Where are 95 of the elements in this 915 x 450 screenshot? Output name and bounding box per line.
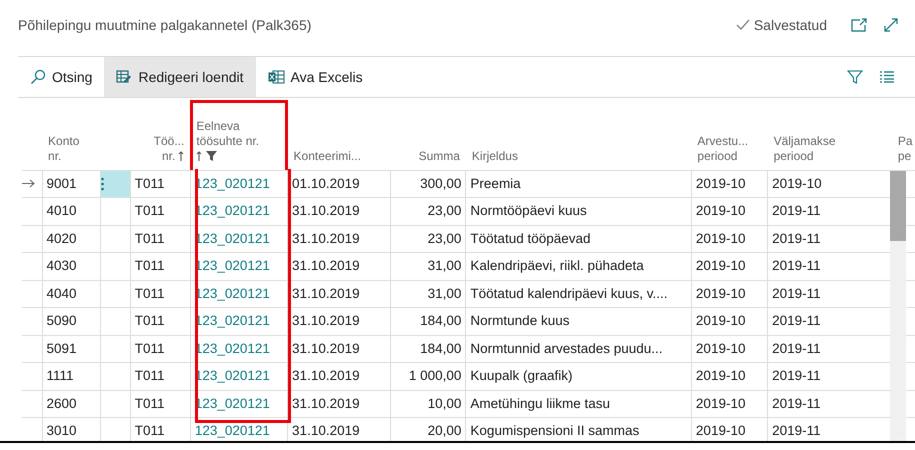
- table-cell: T011: [134, 176, 164, 191]
- table-cell: T011: [134, 396, 164, 411]
- table-cell: 2019-11: [772, 396, 821, 411]
- search-icon: [30, 69, 46, 85]
- table-cell: 9001: [46, 176, 77, 191]
- table-cell: 3010: [46, 423, 77, 438]
- sort-ascending-icon: [196, 151, 202, 161]
- table-cell: 5090: [46, 313, 77, 328]
- table-cell: 2019-10: [696, 423, 746, 438]
- table-cell: 2019-10: [696, 396, 746, 411]
- column-header[interactable]: Konto nr.: [42, 100, 100, 170]
- list-icon[interactable]: [879, 71, 895, 83]
- table-cell: Preemia: [470, 176, 521, 191]
- table-cell: 2019-10: [696, 313, 746, 328]
- table-cell: 2019-11: [772, 286, 821, 301]
- table-cell: 2019-10: [696, 203, 746, 218]
- column-header[interactable]: Pa pe: [892, 100, 915, 170]
- table-cell: 2019-11: [772, 203, 821, 218]
- table-cell: 23,00: [428, 230, 462, 246]
- table-cell: T011: [134, 203, 164, 218]
- column-header[interactable]: Väljamakse periood: [768, 100, 892, 170]
- table-cell: 31.10.2019: [292, 340, 360, 356]
- table-cell: 2019-10: [696, 176, 746, 191]
- table-cell: 2019-10: [696, 340, 746, 356]
- table-cell: Normtunde kuus: [470, 313, 570, 328]
- table-cell: Kuupalk (graafik): [470, 368, 572, 384]
- filter-icon: [206, 151, 218, 161]
- table-cell: 31.10.2019: [292, 230, 360, 246]
- table-cell: Kalendripäevi, riikl. pühadeta: [470, 258, 644, 274]
- table-cell: Normtööpäevi kuus: [470, 203, 587, 218]
- expand-icon[interactable]: [883, 17, 899, 33]
- table-cell: T011: [134, 368, 164, 384]
- column-header[interactable]: Summa: [390, 100, 466, 170]
- table-cell: 31.10.2019: [292, 423, 360, 438]
- table-cell: 31,00: [428, 258, 462, 274]
- table-cell: T011: [134, 258, 164, 274]
- table-cell: 2019-10: [772, 176, 822, 191]
- table-cell: 4030: [46, 258, 77, 274]
- sort-ascending-icon: [178, 151, 184, 161]
- table-cell: 184,00: [420, 340, 462, 356]
- table-cell: 2019-10: [696, 258, 746, 274]
- scrollbar[interactable]: [890, 171, 906, 441]
- table-cell: 31.10.2019: [292, 313, 360, 328]
- page-title: Põhilepingu muutmine palgakannetel (Palk365): [18, 16, 312, 35]
- table-cell: Töötatud kalendripäevi kuus, v....: [470, 286, 668, 301]
- table-cell: 184,00: [420, 313, 462, 328]
- saved-status: Salvestatud: [754, 16, 827, 34]
- table-cell: 5091: [46, 340, 77, 356]
- table-cell: T011: [134, 340, 164, 356]
- toolbar-button[interactable]: Redigeeri loendit: [104, 57, 256, 97]
- table-cell: 4020: [46, 230, 77, 246]
- table-cell: 2019-10: [696, 230, 746, 246]
- column-header[interactable]: Töö... nr.: [130, 100, 190, 170]
- table-cell: 31.10.2019: [292, 203, 360, 218]
- table-cell: 31.10.2019: [292, 368, 360, 384]
- table-cell: Ametühingu liikme tasu: [470, 396, 610, 411]
- table-cell: 4040: [46, 286, 77, 301]
- table-cell: Kogumispensioni II sammas: [470, 423, 640, 438]
- table-cell: 2600: [46, 396, 77, 411]
- table-cell: 23,00: [428, 203, 462, 218]
- table-cell: 31.10.2019: [292, 258, 360, 274]
- table-cell: 01.10.2019: [292, 176, 360, 191]
- table-cell: 2019-11: [772, 368, 821, 384]
- table-cell: 10,00: [428, 396, 462, 411]
- table-cell: T011: [134, 313, 164, 328]
- checkmark-icon: [736, 19, 750, 31]
- table-cell: 31.10.2019: [292, 286, 360, 301]
- table-cell: T011: [134, 230, 164, 246]
- column-header[interactable]: Kirjeldus: [466, 100, 692, 170]
- row-menu-icon[interactable]: [100, 176, 104, 191]
- table-cell: Normtunnid arvestades puudu...: [470, 340, 663, 356]
- table-cell: 31.10.2019: [292, 396, 360, 411]
- table-cell: 4010: [46, 203, 77, 218]
- table-cell: 2019-10: [696, 368, 746, 384]
- table-cell: 300,00: [420, 176, 462, 191]
- column-header[interactable]: Arvestu... periood: [691, 100, 768, 170]
- spreadsheet-icon: [268, 70, 285, 84]
- table-cell: 2019-11: [772, 423, 821, 438]
- table-cell: T011: [134, 286, 164, 301]
- table-cell: 2019-11: [772, 313, 821, 328]
- table-cell: 2019-11: [772, 340, 821, 356]
- table-cell: 2019-10: [696, 286, 746, 301]
- table-cell: 1111: [46, 368, 74, 384]
- filter-icon[interactable]: [847, 69, 863, 85]
- table-cell: 2019-11: [772, 258, 821, 274]
- table-cell: Töötatud tööpäevad: [470, 230, 591, 246]
- table-cell: 2019-11: [772, 230, 821, 246]
- table-cell: 31,00: [428, 286, 462, 301]
- table-cell: 20,00: [428, 423, 462, 438]
- pop-out-icon[interactable]: [851, 18, 867, 32]
- edit-list-icon: [116, 70, 132, 84]
- column-header[interactable]: Konteerimi...: [288, 100, 391, 170]
- table-cell: T011: [134, 423, 164, 438]
- table-cell: 1 000,00: [408, 368, 462, 384]
- column-header[interactable]: Eelneva töösuhte nr.: [190, 100, 288, 170]
